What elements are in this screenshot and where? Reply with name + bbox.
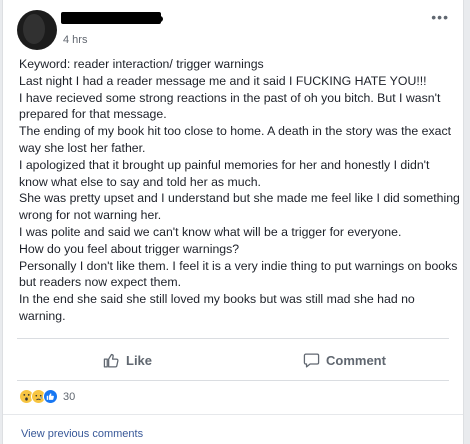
post-line: I apologized that it brought up painful …: [19, 157, 430, 189]
thumbs-up-icon: [103, 353, 119, 368]
comment-button[interactable]: Comment: [303, 346, 386, 374]
divider: [17, 380, 449, 381]
post-line: The ending of my book hit too close to h…: [19, 124, 452, 155]
post-text: Keyword: reader interaction/ trigger war…: [19, 56, 461, 325]
author-avatar[interactable]: [17, 10, 57, 50]
divider: [17, 338, 449, 339]
reaction-count: 30: [63, 390, 76, 403]
post-line: Personally I don't like them. I feel it …: [19, 258, 458, 290]
author-name-redacted[interactable]: [61, 12, 163, 24]
post-line: In the end she said she still loved my b…: [19, 292, 415, 323]
post-line: How do you feel about trigger warnings?: [19, 241, 240, 256]
post-timestamp[interactable]: 4 hrs: [63, 34, 87, 46]
post-card: 4 hrs ••• Keyword: reader interaction/ t…: [2, 0, 464, 444]
comment-label: Comment: [326, 352, 386, 368]
view-previous-comments-link[interactable]: View previous comments: [21, 428, 143, 440]
post-line: Last night I had a reader message me and…: [19, 73, 427, 88]
post-line: She was pretty upset and I understand bu…: [19, 191, 460, 223]
divider: [3, 414, 463, 415]
post-line: I was polite and said we can't know what…: [19, 224, 402, 239]
like-button[interactable]: Like: [103, 346, 152, 374]
more-options-icon[interactable]: •••: [431, 9, 449, 25]
like-thumb-icon: [46, 393, 54, 400]
reactions-summary[interactable]: 30: [19, 389, 75, 404]
post-line: Keyword: reader interaction/ trigger war…: [19, 57, 264, 71]
post-line: I have recieved some strong reactions in…: [19, 90, 441, 122]
comment-bubble-icon: [303, 352, 320, 368]
like-icon: [43, 389, 58, 404]
like-label: Like: [126, 352, 153, 368]
